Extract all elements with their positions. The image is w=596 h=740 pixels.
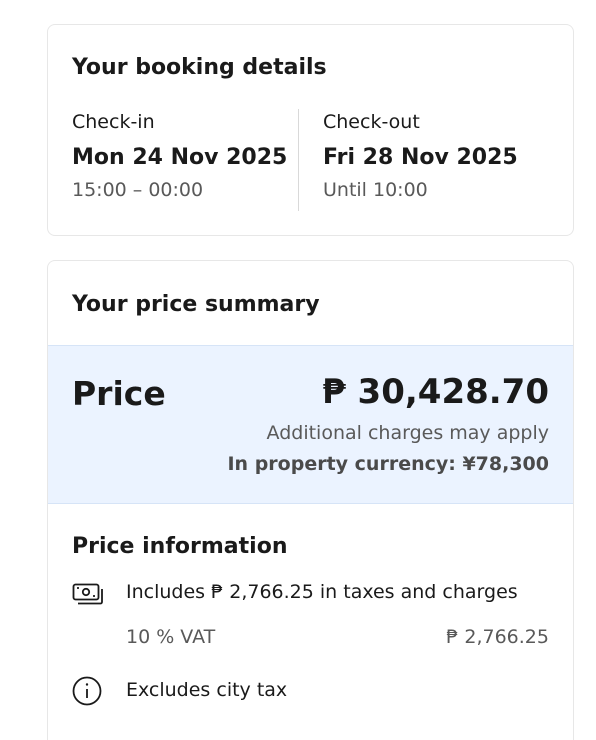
checkout-time: Until 10:00 (323, 179, 428, 201)
price-label: Price (72, 374, 166, 413)
vat-amount: ₱ 2,766.25 (446, 626, 549, 648)
city-tax-text: Excludes city tax (126, 679, 288, 701)
property-currency-price: In property currency: ¥78,300 (227, 453, 549, 475)
checkin-time: 15:00 – 00:00 (72, 179, 204, 201)
checkin-label: Check-in (72, 111, 155, 133)
taxes-row: Includes ₱ 2,766.25 in taxes and charges (72, 581, 549, 611)
vat-label: 10 % VAT (126, 626, 216, 648)
checkin-block: Check-in Mon 24 Nov 2025 15:00 – 00:00 (72, 111, 287, 201)
checkout-label: Check-out (323, 111, 420, 133)
price-highlight: Price ₱ 30,428.70 Additional charges may… (48, 345, 573, 504)
checkout-date: Fri 28 Nov 2025 (323, 145, 518, 170)
money-icon (72, 583, 104, 609)
checkout-block: Check-out Fri 28 Nov 2025 Until 10:00 (323, 111, 518, 201)
date-divider (298, 109, 299, 211)
additional-charges-note: Additional charges may apply (266, 422, 549, 444)
price-summary-title: Your price summary (72, 292, 320, 317)
price-information-title: Price information (72, 534, 288, 559)
info-icon (72, 675, 104, 711)
taxes-included-text: Includes ₱ 2,766.25 in taxes and charges (126, 581, 518, 603)
price-summary-card: Your price summary Price ₱ 30,428.70 Add… (47, 260, 574, 740)
checkin-date: Mon 24 Nov 2025 (72, 145, 288, 170)
booking-details-title: Your booking details (72, 55, 327, 80)
booking-details-card: Your booking details Check-in Mon 24 Nov… (47, 24, 574, 236)
city-tax-row: Excludes city tax (72, 675, 549, 709)
price-amount: ₱ 30,428.70 (322, 372, 549, 412)
vat-row: 10 % VAT ₱ 2,766.25 (72, 626, 549, 656)
